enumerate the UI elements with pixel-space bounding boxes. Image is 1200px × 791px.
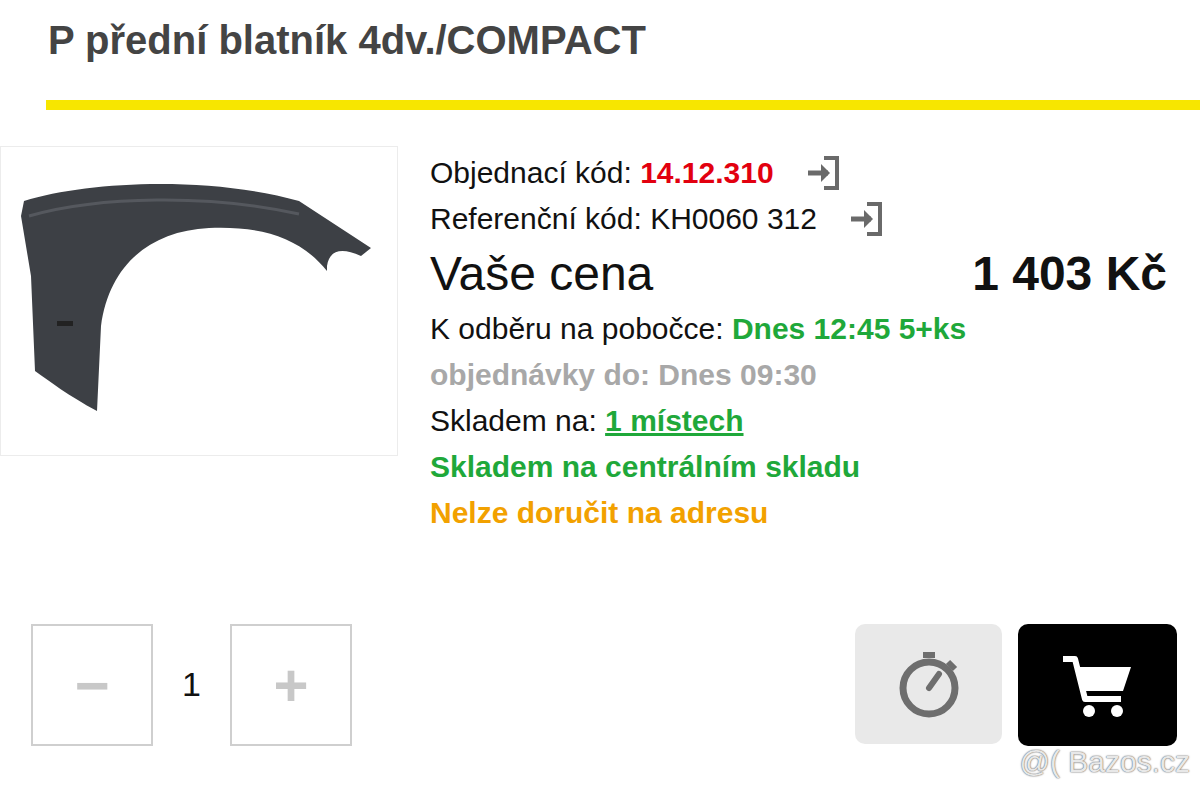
plus-button[interactable]: + — [230, 624, 352, 746]
page-title: P přední blatník 4dv./COMPACT — [0, 0, 1200, 66]
pickup-value: Dnes 12:45 5+ks — [732, 311, 966, 347]
product-panel: Objednací kód: 14.12.310Referenční kód: … — [0, 146, 1200, 624]
delivery-row: Nelze doručit na adresu — [430, 490, 1167, 536]
add-to-cart-button[interactable] — [1018, 624, 1177, 746]
central-stock: Skladem na centrálním skladu — [430, 449, 860, 485]
product-info: Objednací kód: 14.12.310Referenční kód: … — [430, 146, 1167, 624]
watch-button[interactable] — [855, 624, 1002, 744]
price-row: Vaše cena 1 403 Kč — [430, 242, 1167, 306]
pickup-row: K odběru na pobočce: Dnes 12:45 5+ks — [430, 306, 1167, 352]
product-photo — [0, 146, 398, 456]
order-deadline-row: objednávky do: Dnes 09:30 — [430, 352, 1167, 398]
delivery-status: Nelze doručit na adresu — [430, 495, 768, 531]
cart-icon — [1059, 649, 1137, 721]
stock-link[interactable]: 1 místech — [605, 403, 743, 439]
order-code-row: Objednací kód: 14.12.310 — [430, 150, 1167, 196]
reference-code-label: Referenční kód: — [430, 201, 642, 237]
order-deadline: objednávky do: Dnes 09:30 — [430, 357, 817, 393]
copy-icon — [847, 199, 887, 239]
central-stock-row: Skladem na centrálním skladu — [430, 444, 1167, 490]
title-underline — [46, 100, 1200, 110]
action-buttons — [855, 624, 1177, 746]
stock-label: Skladem na: — [430, 403, 597, 439]
cart-controls: −1+ — [0, 624, 1200, 746]
stopwatch-icon — [893, 648, 965, 720]
minus-button[interactable]: − — [31, 624, 153, 746]
pickup-label: K odběru na pobočce: — [430, 311, 724, 347]
quantity-value[interactable]: 1 — [153, 624, 230, 744]
reference-code-row: Referenční kód: KH0060 312 — [430, 196, 1167, 242]
order-code: 14.12.310 — [640, 155, 773, 191]
price-value: 1 403 Kč — [972, 246, 1167, 302]
reference-code: KH0060 312 — [650, 201, 817, 237]
stock-row: Skladem na: 1 místech — [430, 398, 1167, 444]
price-label: Vaše cena — [430, 246, 653, 302]
order-code-label: Objednací kód: — [430, 155, 632, 191]
fender-image — [9, 156, 389, 446]
watermark: @( Bazos.cz — [1020, 745, 1191, 779]
copy-icon — [804, 153, 844, 193]
